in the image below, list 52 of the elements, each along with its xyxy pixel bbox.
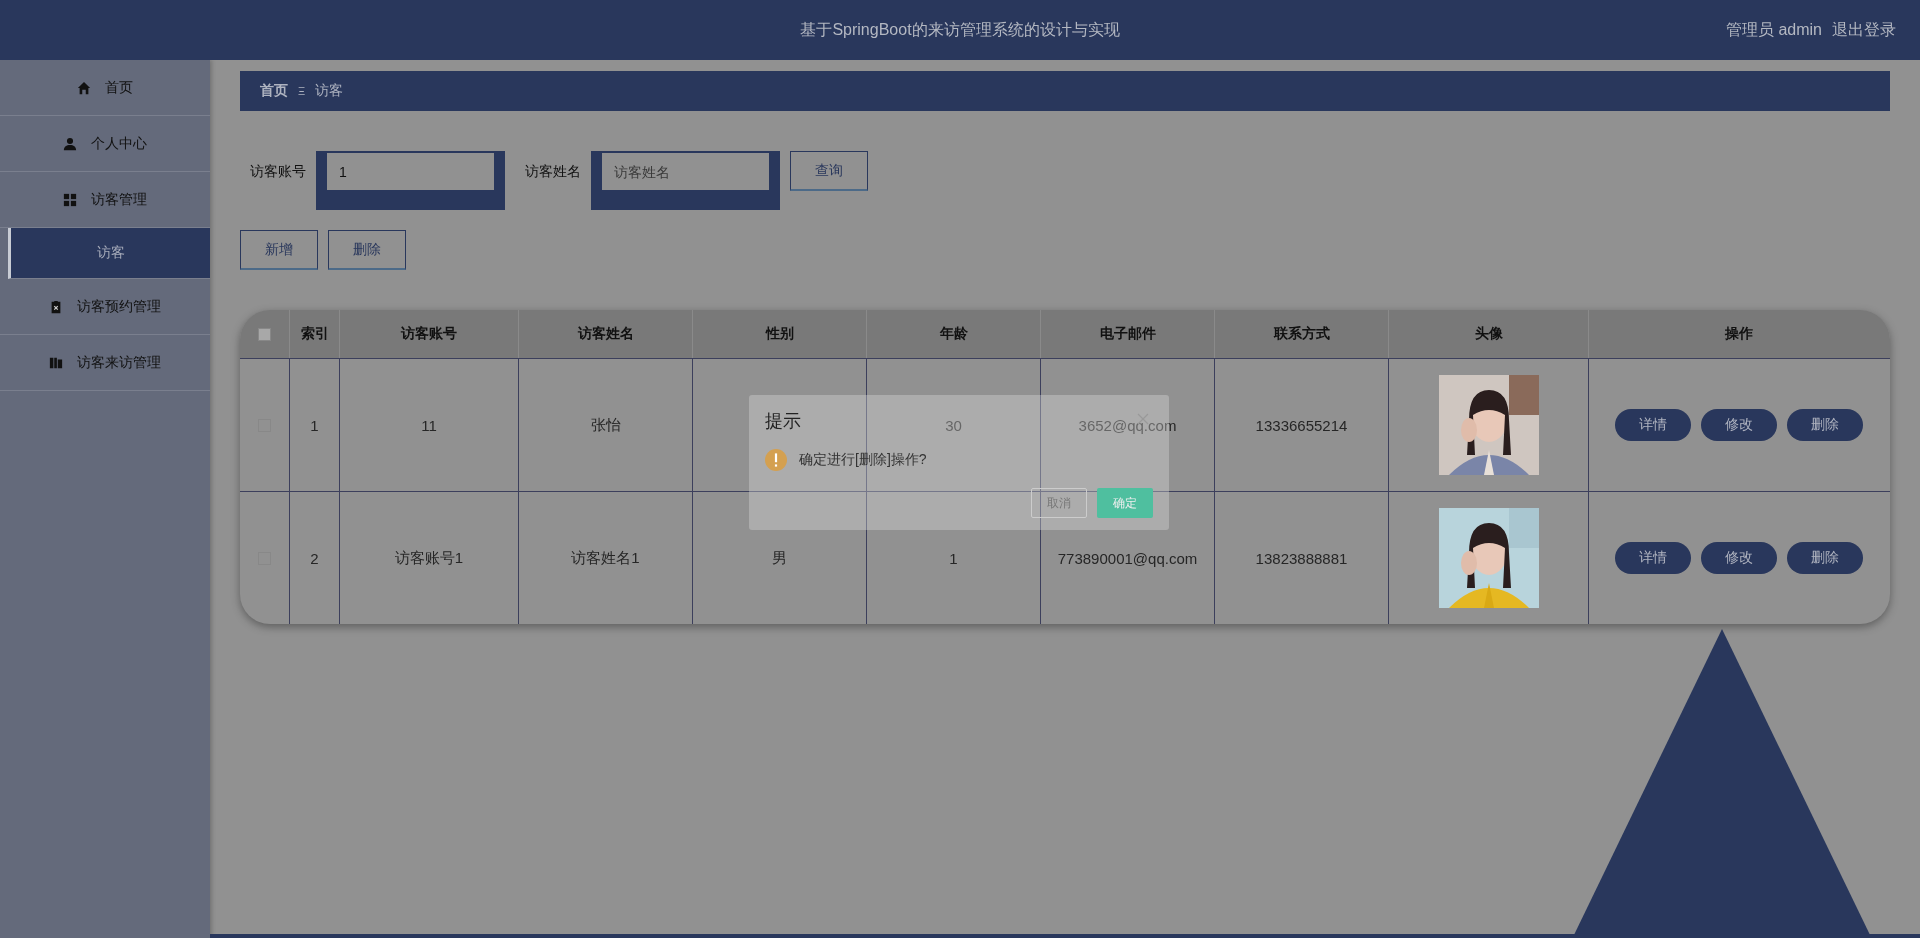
column-header: 访客姓名: [518, 310, 692, 358]
field-label: 访客账号: [250, 163, 306, 181]
sidebar-item[interactable]: 访客来访管理: [0, 335, 210, 391]
table-cell: 访客姓名1: [518, 492, 692, 624]
row-action-button[interactable]: 修改: [1701, 542, 1777, 574]
row-action-button[interactable]: 删除: [1787, 409, 1863, 441]
table-cell: 张怡: [518, 359, 692, 491]
column-header: 年龄: [866, 310, 1040, 358]
sidebar-item[interactable]: 访客: [8, 228, 210, 279]
row-action-button[interactable]: 详情: [1615, 542, 1691, 574]
action-button[interactable]: 删除: [328, 230, 406, 270]
query-button[interactable]: 查询: [790, 151, 868, 191]
action-button[interactable]: 新增: [240, 230, 318, 270]
grid-icon: [63, 192, 77, 207]
user-icon: [63, 136, 77, 151]
row-action-button[interactable]: 删除: [1787, 542, 1863, 574]
table-cell: 男: [692, 492, 866, 624]
column-header: 头像: [1388, 310, 1588, 358]
breadcrumb-separator: Ξ: [298, 85, 306, 97]
app-title: 基于SpringBoot的来访管理系统的设计与实现: [800, 19, 1120, 40]
logout-link[interactable]: 退出登录: [1832, 19, 1896, 41]
table-cell: 访客账号1: [339, 492, 518, 624]
column-header: 索引: [289, 310, 339, 358]
column-header: 性别: [692, 310, 866, 358]
dialog-title: 提示: [765, 411, 801, 431]
table-cell: 11: [339, 359, 518, 491]
search-field[interactable]: 访客姓名: [591, 151, 780, 210]
table-cell: 1: [289, 359, 339, 491]
dialog-message: 确定进行[删除]操作?: [799, 451, 927, 469]
field-label: 访客姓名: [525, 163, 581, 181]
sidebar-item[interactable]: 首页: [0, 60, 210, 116]
breadcrumb-current: 访客: [315, 82, 344, 100]
select-all-checkbox[interactable]: [258, 327, 271, 341]
user-label: 管理员 admin: [1725, 19, 1822, 40]
table-cell: 13823888881: [1214, 492, 1388, 624]
row-action-button[interactable]: 详情: [1615, 409, 1691, 441]
clipboard-icon: [49, 299, 63, 314]
table-cell: 2: [289, 492, 339, 624]
sidebar-item[interactable]: 访客预约管理: [0, 279, 210, 335]
sidebar-item[interactable]: 个人中心: [0, 116, 210, 172]
table-cell: 13336655214: [1214, 359, 1388, 491]
home-icon: [77, 80, 91, 95]
breadcrumb-link[interactable]: 首页: [260, 82, 288, 100]
table-cell: 1: [866, 492, 1040, 624]
book-icon: [49, 355, 63, 370]
column-header: 访客账号: [339, 310, 518, 358]
column-header: 操作: [1588, 310, 1889, 358]
column-header: 联系方式: [1214, 310, 1388, 358]
column-header: 电子邮件: [1040, 310, 1214, 358]
search-field[interactable]: 1: [316, 151, 505, 210]
warning-icon: [765, 449, 787, 471]
row-action-button[interactable]: 修改: [1701, 409, 1777, 441]
